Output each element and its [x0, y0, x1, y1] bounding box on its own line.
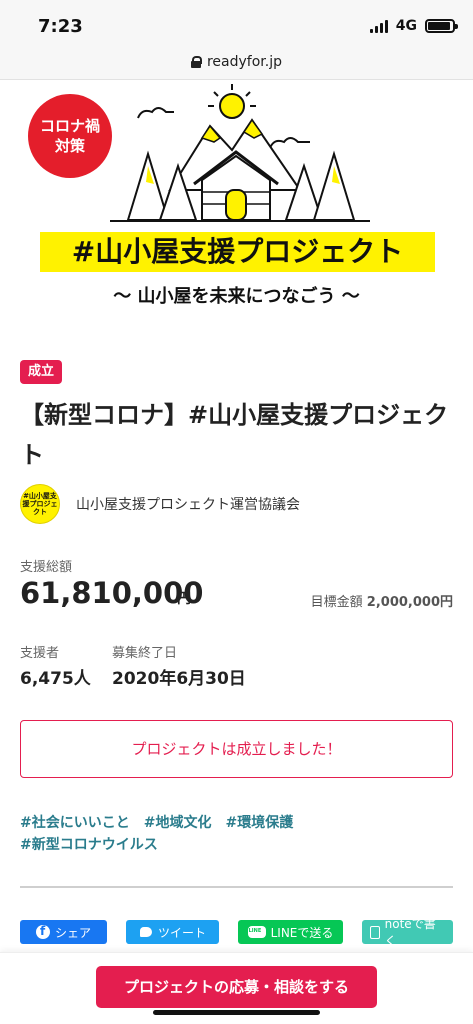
- divider: [20, 886, 453, 888]
- twitter-share-label: ツイート: [157, 925, 206, 940]
- hero-subtitle: 〜 山小屋を未来につなごう 〜: [113, 286, 360, 307]
- apply-consult-button[interactable]: プロジェクトの応募・相談をする: [96, 966, 377, 1008]
- total-label: 支援総額: [20, 560, 73, 575]
- supporters-label: 支援者: [20, 646, 60, 661]
- end-date-label: 募集終了日: [112, 646, 178, 661]
- corona-badge: コロナ禍 対策: [28, 94, 112, 178]
- status-bar: 7:23 4G: [0, 0, 473, 44]
- owner-avatar[interactable]: #山小屋支援プロジェクト: [20, 484, 60, 524]
- mountain-hut-illustration: [110, 84, 370, 222]
- total-amount: 61,810,000: [20, 576, 204, 610]
- tag-link[interactable]: #新型コロナウイルス: [20, 837, 158, 853]
- address-bar[interactable]: readyfor.jp: [0, 44, 473, 80]
- goal-amount: 目標金額 2,000,000円: [311, 591, 453, 610]
- lock-icon: [190, 55, 202, 68]
- note-share-label: noteで書く: [384, 917, 436, 948]
- success-message: プロジェクトは成立しました！: [20, 720, 453, 778]
- note-icon: [370, 925, 380, 939]
- line-share-label: LINEで送る: [270, 925, 334, 940]
- facebook-share-label: シェア: [54, 925, 91, 940]
- tag-link[interactable]: #社会にいいこと: [20, 815, 130, 831]
- facebook-icon: [35, 924, 50, 939]
- badge-line-1: コロナ禍: [39, 117, 100, 135]
- goal-label: 目標金額: [310, 595, 363, 610]
- twitter-share-button[interactable]: ツイート: [126, 920, 219, 944]
- tag-link[interactable]: #地域文化: [144, 815, 212, 831]
- line-icon: [247, 926, 266, 938]
- share-buttons: シェア ツイート LINEで送る noteで書く: [20, 917, 453, 948]
- status-indicators: 4G: [369, 18, 458, 34]
- goal-value: 2,000,000円: [366, 595, 453, 610]
- status-badge: 成立: [20, 360, 62, 384]
- owner-name-link[interactable]: 山小屋支援プロシェクト運営協議会: [76, 494, 300, 514]
- facebook-share-button[interactable]: シェア: [20, 920, 107, 944]
- hero-title: #山小屋支援プロジェクト: [71, 235, 404, 268]
- battery-icon: [425, 19, 458, 33]
- note-share-button[interactable]: noteで書く: [362, 917, 453, 948]
- owner-avatar-text: #山小屋支援プロジェクト: [22, 492, 58, 516]
- badge-line-2: 対策: [54, 137, 85, 155]
- end-date: 2020年6月30日: [112, 669, 246, 689]
- home-indicator[interactable]: [153, 1010, 320, 1015]
- line-share-button[interactable]: LINEで送る: [238, 920, 343, 944]
- project-title: 【新型コロナ】#山小屋支援プロジェクト: [20, 401, 449, 469]
- total-unit: 円: [177, 591, 191, 607]
- url-text: readyfor.jp: [206, 53, 282, 70]
- twitter-bird-icon: [139, 925, 153, 939]
- status-time: 7:23: [38, 16, 83, 37]
- tag-list: #社会にいいこと #地域文化 #環境保護 #新型コロナウイルス: [20, 812, 460, 856]
- tag-link[interactable]: #環境保護: [225, 815, 293, 831]
- hero-image: コロナ禍 対策 #山小屋支援プロジェクト 〜 山小屋を未来につなごう 〜: [0, 80, 473, 342]
- network-type: 4G: [395, 18, 417, 34]
- signal-icon: [369, 19, 388, 33]
- supporters-count: 6,475人: [20, 669, 91, 689]
